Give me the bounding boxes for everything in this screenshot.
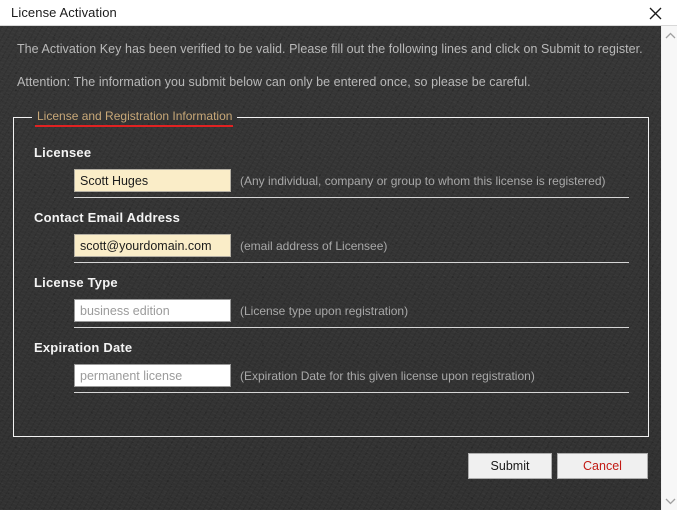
field-row: (License type upon registration) <box>74 299 408 322</box>
field-hint: (Expiration Date for this given license … <box>240 368 535 383</box>
close-icon[interactable] <box>633 0 677 26</box>
field-row: (email address of Licensee) <box>74 234 387 257</box>
fieldset-legend: License and Registration Information <box>32 109 238 123</box>
field-separator <box>74 327 629 328</box>
license-type-input[interactable] <box>74 299 231 322</box>
field-label: Contact Email Address <box>34 210 181 225</box>
chevron-up-icon[interactable] <box>662 27 677 44</box>
vertical-scrollbar[interactable] <box>661 26 677 510</box>
field-separator <box>74 262 629 263</box>
dialog-body: The Activation Key has been verified to … <box>0 26 661 510</box>
field-hint: (email address of Licensee) <box>240 238 388 253</box>
field-label: License Type <box>34 275 118 290</box>
field-hint: (License type upon registration) <box>240 303 409 318</box>
field-separator <box>74 392 629 393</box>
field-row: (Any individual, company or group to who… <box>74 169 606 192</box>
field-separator <box>74 197 629 198</box>
submit-button[interactable]: Submit <box>468 453 552 479</box>
chevron-down-icon[interactable] <box>662 492 677 509</box>
expiration-date-input[interactable] <box>74 364 231 387</box>
intro-line-1: The Activation Key has been verified to … <box>17 42 643 56</box>
cancel-button[interactable]: Cancel <box>557 453 648 479</box>
licensee-input[interactable] <box>74 169 231 192</box>
field-hint: (Any individual, company or group to who… <box>240 173 606 188</box>
title-bar: License Activation <box>0 0 677 26</box>
field-label: Licensee <box>34 145 92 160</box>
intro-line-2: Attention: The information you submit be… <box>17 75 531 89</box>
field-label: Expiration Date <box>34 340 133 355</box>
license-activation-window: License Activation The Activation Key ha… <box>0 0 677 510</box>
field-row: (Expiration Date for this given license … <box>74 364 535 387</box>
license-registration-fieldset: License and Registration Information Lic… <box>13 109 649 437</box>
window-title: License Activation <box>11 5 117 20</box>
contact-email-input[interactable] <box>74 234 231 257</box>
